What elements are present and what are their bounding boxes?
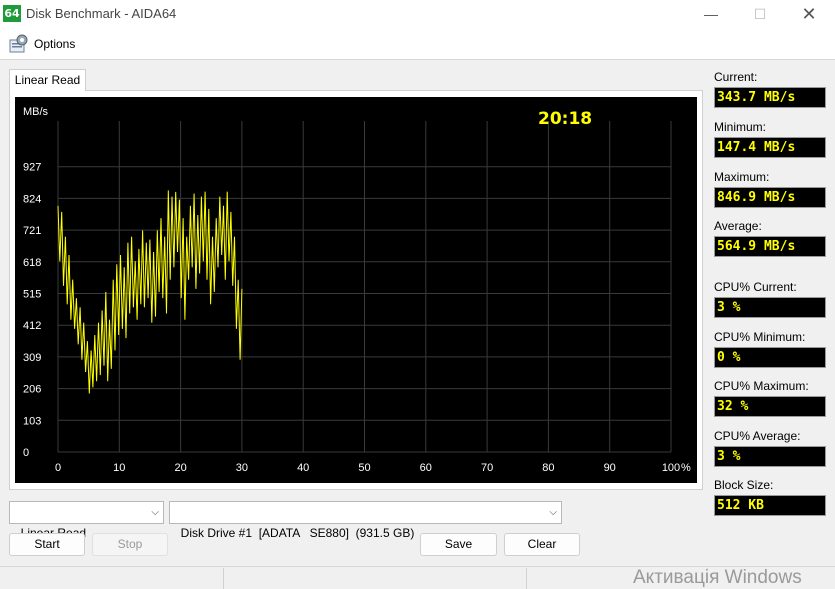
options-icon [9, 34, 28, 53]
x-tick-label: 50 [358, 462, 370, 474]
tab-linear-read[interactable]: Linear Read [9, 69, 86, 91]
y-tick-label: 721 [23, 225, 41, 237]
stat-label: Block Size: [714, 478, 774, 492]
stat-label: CPU% Average: [714, 429, 801, 443]
stat-label: CPU% Maximum: [714, 379, 809, 393]
save-button[interactable]: Save [420, 533, 497, 556]
x-tick-label: 60 [420, 462, 432, 474]
window-title: Disk Benchmark - AIDA64 [26, 6, 177, 21]
stat-value: 0 % [714, 347, 826, 368]
drive-value: Disk Drive #1 [ADATA SE880] (931.5 GB) [180, 526, 415, 540]
stop-button[interactable]: Stop [92, 533, 168, 556]
stat-value: 3 % [714, 446, 826, 467]
elapsed-time-label: 20:18 [538, 109, 592, 129]
maximize-button[interactable]: ☐ [737, 0, 783, 28]
stat-label: CPU% Current: [714, 280, 797, 294]
title-bar: 64 Disk Benchmark - AIDA64 — ☐ ✕ [0, 0, 835, 28]
y-tick-label: 206 [23, 384, 41, 396]
chevron-down-icon: ⌵ [549, 507, 557, 518]
x-tick-label: 20 [174, 462, 186, 474]
x-axis-unit-label: % [681, 462, 691, 474]
stat-value: 512 KB [714, 495, 826, 516]
x-tick-label: 10 [113, 462, 125, 474]
menu-bar: Options [0, 28, 835, 60]
stat-value: 564.9 MB/s [714, 236, 826, 257]
chart-svg: 0 103 206 309 412 515 618 721 824 927 MB/s 0 10 20 30 4… [23, 106, 691, 474]
stat-value: 343.7 MB/s [714, 87, 826, 108]
y-tick-label: 824 [23, 193, 41, 205]
benchmark-graph: 0 103 206 309 412 515 618 721 824 927 MB/s 0 10 20 30 4… [15, 97, 697, 483]
stat-label: Minimum: [714, 120, 767, 134]
stat-value: 147.4 MB/s [714, 137, 826, 158]
clear-button[interactable]: Clear [504, 533, 580, 556]
x-tick-label: 30 [236, 462, 248, 474]
test-type-select[interactable]: Linear Read ⌵ [9, 501, 164, 540]
start-button[interactable]: Start [9, 533, 85, 556]
x-tick-label: 0 [55, 462, 61, 474]
stat-value: 32 % [714, 396, 826, 417]
status-divider [223, 568, 224, 589]
options-menu[interactable]: Options [34, 37, 75, 51]
y-tick-label: 309 [23, 352, 41, 364]
y-tick-label: 515 [23, 289, 41, 301]
x-tick-label: 40 [297, 462, 309, 474]
stat-value: 846.9 MB/s [714, 187, 826, 208]
stat-value: 3 % [714, 297, 826, 318]
status-divider [526, 568, 527, 589]
stat-label: CPU% Minimum: [714, 330, 806, 344]
x-tick-label: 100 [662, 462, 680, 474]
aida64-app-icon: 64 [3, 5, 21, 22]
y-tick-label: 618 [23, 257, 41, 269]
stat-label: Average: [714, 219, 762, 233]
close-button[interactable]: ✕ [786, 0, 832, 28]
x-tick-label: 70 [481, 462, 493, 474]
y-tick-label: 0 [23, 447, 29, 459]
x-tick-label: 80 [542, 462, 554, 474]
read-speed-series-line [57, 190, 243, 394]
chevron-down-icon: ⌵ [151, 507, 159, 518]
y-tick-label: 412 [23, 320, 41, 332]
y-axis-unit-label: MB/s [23, 106, 49, 118]
windows-activation-watermark: Активація Windows [633, 567, 802, 588]
x-tick-label: 90 [604, 462, 616, 474]
stat-label: Maximum: [714, 170, 770, 184]
minimize-button[interactable]: — [688, 0, 734, 28]
y-tick-label: 927 [23, 162, 41, 174]
stat-label: Current: [714, 70, 758, 84]
drive-select[interactable]: Disk Drive #1 [ADATA SE880] (931.5 GB) ⌵ [169, 501, 562, 540]
y-tick-label: 103 [23, 415, 41, 427]
